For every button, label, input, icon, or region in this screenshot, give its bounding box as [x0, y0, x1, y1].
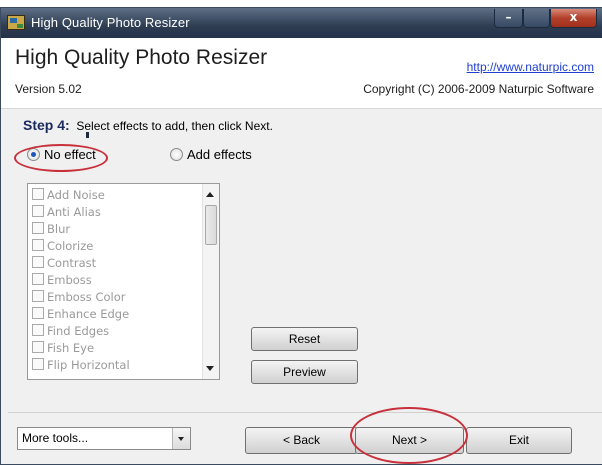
effect-item[interactable]: Find Edges — [32, 323, 109, 339]
copyright-label: Copyright (C) 2006-2009 Naturpic Softwar… — [363, 82, 594, 96]
checkbox-icon[interactable] — [32, 290, 44, 302]
effect-item[interactable]: Emboss — [32, 272, 92, 288]
scroll-down-icon[interactable] — [206, 366, 214, 371]
checkbox-icon[interactable] — [32, 239, 44, 251]
app-icon — [7, 15, 25, 30]
effect-label: Contrast — [47, 256, 97, 270]
version-label: Version 5.02 — [15, 82, 82, 96]
effect-label: Flip Horizontal — [47, 358, 130, 372]
effect-label: Emboss Color — [47, 290, 126, 304]
add-effects-radio[interactable]: Add effects — [170, 147, 252, 162]
chevron-down-icon[interactable] — [172, 428, 190, 449]
cursor-mark — [86, 132, 89, 138]
checkbox-icon[interactable] — [32, 341, 44, 353]
effect-item[interactable]: Add Noise — [32, 187, 105, 203]
footer-divider — [8, 412, 602, 413]
title-bar[interactable]: High Quality Photo Resizer – x — [1, 8, 602, 38]
effect-label: Blur — [47, 222, 71, 236]
effect-item[interactable]: Colorize — [32, 238, 93, 254]
website-link[interactable]: http://www.naturpic.com — [467, 60, 594, 74]
effect-label: Find Edges — [47, 324, 110, 338]
effect-item[interactable]: Emboss Color — [32, 289, 125, 305]
checkbox-icon[interactable] — [32, 188, 44, 200]
step-text: Select effects to add, then click Next. — [76, 119, 273, 133]
back-button[interactable]: < Back — [245, 427, 358, 454]
checkbox-icon[interactable] — [32, 222, 44, 234]
radio-unselected-icon[interactable] — [170, 148, 183, 161]
effect-item[interactable]: Fish Eye — [32, 340, 94, 356]
checkbox-icon[interactable] — [32, 358, 44, 370]
step-instruction: Step 4: Select effects to add, then clic… — [23, 117, 273, 133]
effect-item[interactable]: Flip Horizontal — [32, 357, 130, 373]
checkbox-icon[interactable] — [32, 324, 44, 336]
list-scrollbar[interactable] — [202, 184, 219, 379]
exit-button[interactable]: Exit — [466, 427, 572, 454]
more-tools-dropdown[interactable]: More tools... — [17, 427, 191, 450]
effect-label: Enhance Edge — [47, 307, 130, 321]
effects-list[interactable]: Add Noise Anti Alias Blur Colorize Contr… — [27, 183, 220, 380]
no-effect-radio[interactable]: No effect — [27, 147, 96, 162]
effect-item[interactable]: Enhance Edge — [32, 306, 129, 322]
effect-label: Emboss — [47, 273, 92, 287]
preview-button[interactable]: Preview — [251, 360, 358, 384]
checkbox-icon[interactable] — [32, 256, 44, 268]
effect-label: Fish Eye — [47, 341, 95, 355]
checkbox-icon[interactable] — [32, 307, 44, 319]
maximize-button[interactable] — [523, 9, 550, 28]
scroll-up-icon[interactable] — [206, 192, 214, 197]
next-button[interactable]: Next > — [355, 427, 464, 454]
effect-label: Anti Alias — [47, 205, 101, 219]
scroll-thumb[interactable] — [205, 205, 217, 245]
more-tools-value: More tools... — [22, 431, 89, 445]
radio-selected-icon[interactable] — [27, 148, 40, 161]
reset-button[interactable]: Reset — [251, 327, 358, 351]
effect-label: Add Noise — [47, 188, 105, 202]
effect-item[interactable]: Blur — [32, 221, 70, 237]
effect-label: Colorize — [47, 239, 94, 253]
step-label: Step 4: — [23, 117, 70, 133]
header-panel: High Quality Photo Resizer Version 5.02 … — [1, 38, 602, 109]
effect-item[interactable]: Anti Alias — [32, 204, 101, 220]
close-button[interactable]: x — [550, 9, 597, 28]
checkbox-icon[interactable] — [32, 273, 44, 285]
add-effects-label: Add effects — [187, 147, 252, 162]
window-title: High Quality Photo Resizer — [31, 15, 190, 30]
effect-item[interactable]: Contrast — [32, 255, 96, 271]
no-effect-label: No effect — [44, 147, 96, 162]
app-name-heading: High Quality Photo Resizer — [15, 46, 268, 69]
checkbox-icon[interactable] — [32, 205, 44, 217]
minimize-button[interactable]: – — [494, 9, 523, 28]
